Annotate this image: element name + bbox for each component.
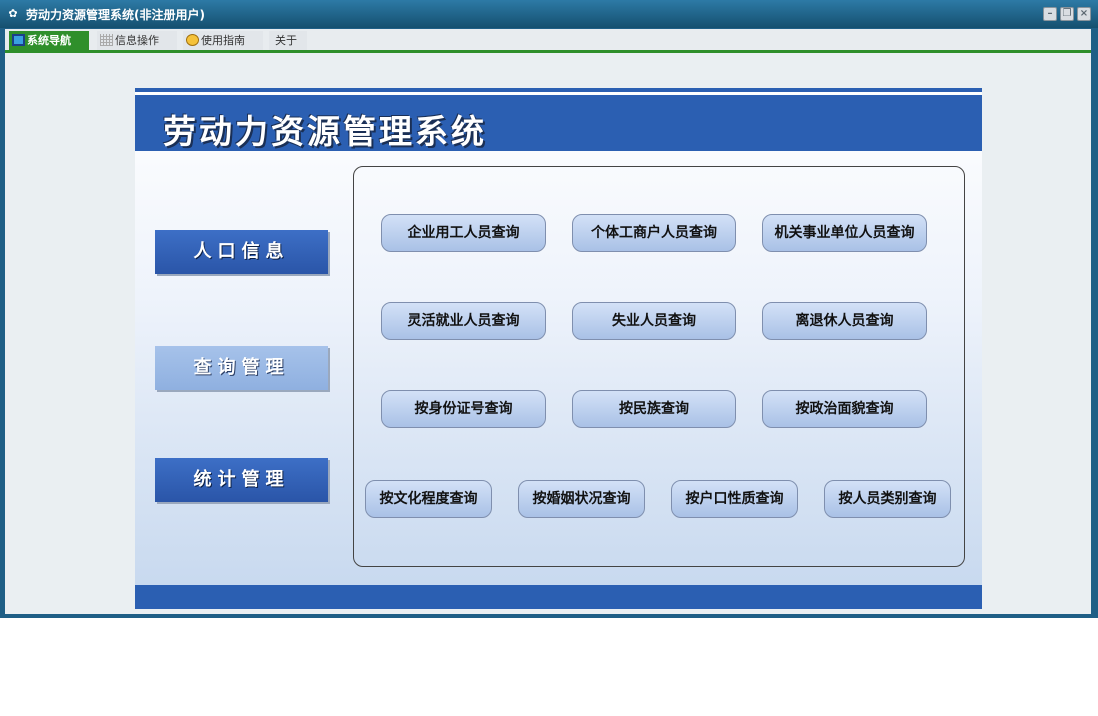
- tab-label: 系统导航: [27, 34, 71, 47]
- window-title: 劳动力资源管理系统(非注册用户): [26, 8, 205, 22]
- tab-user-guide[interactable]: 使用指南: [183, 31, 263, 50]
- education-query-button[interactable]: 按文化程度查询: [365, 480, 492, 518]
- title-bar[interactable]: ✿ 劳动力资源管理系统(非注册用户) – ❐ ×: [0, 0, 1098, 28]
- political-status-query-button[interactable]: 按政治面貌查询: [762, 390, 927, 428]
- query-management-button[interactable]: 查询管理: [155, 346, 328, 390]
- tab-info-ops[interactable]: 信息操作: [97, 31, 177, 50]
- flexible-employment-query-button[interactable]: 灵活就业人员查询: [381, 302, 546, 340]
- marital-status-query-button[interactable]: 按婚姻状况查询: [518, 480, 645, 518]
- self-employed-query-button[interactable]: 个体工商户人员查询: [572, 214, 736, 252]
- statistics-management-button[interactable]: 统计管理: [155, 458, 328, 502]
- minimize-icon[interactable]: –: [1043, 7, 1057, 21]
- nav-panel: 劳动力资源管理系统 人口信息 查询管理 统计管理 企业用工人员查询 个体工商户人…: [135, 88, 982, 609]
- unemployed-query-button[interactable]: 失业人员查询: [572, 302, 736, 340]
- ethnicity-query-button[interactable]: 按民族查询: [572, 390, 736, 428]
- header-strip: [135, 88, 982, 92]
- population-info-button[interactable]: 人口信息: [155, 230, 328, 274]
- tab-about[interactable]: 关于: [269, 31, 307, 50]
- id-number-query-button[interactable]: 按身份证号查询: [381, 390, 546, 428]
- retired-query-button[interactable]: 离退休人员查询: [762, 302, 927, 340]
- restore-icon[interactable]: ❐: [1060, 7, 1074, 21]
- household-type-query-button[interactable]: 按户口性质查询: [671, 480, 798, 518]
- tab-label: 使用指南: [201, 34, 245, 47]
- panel-footer: [135, 585, 982, 609]
- app-logo-icon: ✿: [8, 7, 18, 20]
- tab-system-nav[interactable]: 系统导航: [9, 31, 89, 50]
- government-staff-query-button[interactable]: 机关事业单位人员查询: [762, 214, 927, 252]
- panel-header: 劳动力资源管理系统: [135, 95, 982, 151]
- personnel-category-query-button[interactable]: 按人员类别查询: [824, 480, 951, 518]
- tab-label: 信息操作: [115, 34, 159, 47]
- app-window: ✿ 劳动力资源管理系统(非注册用户) – ❐ × 系统导航 信息操作 使用指南 …: [0, 0, 1098, 618]
- system-title: 劳动力资源管理系统: [163, 112, 487, 151]
- tab-label: 关于: [275, 34, 297, 47]
- enterprise-staff-query-button[interactable]: 企业用工人员查询: [381, 214, 546, 252]
- close-icon[interactable]: ×: [1077, 7, 1091, 21]
- grid-icon: [100, 34, 113, 46]
- monitor-icon: [12, 34, 25, 46]
- tab-bar: 系统导航 信息操作 使用指南 关于: [5, 29, 1091, 51]
- help-circle-icon: [186, 34, 199, 46]
